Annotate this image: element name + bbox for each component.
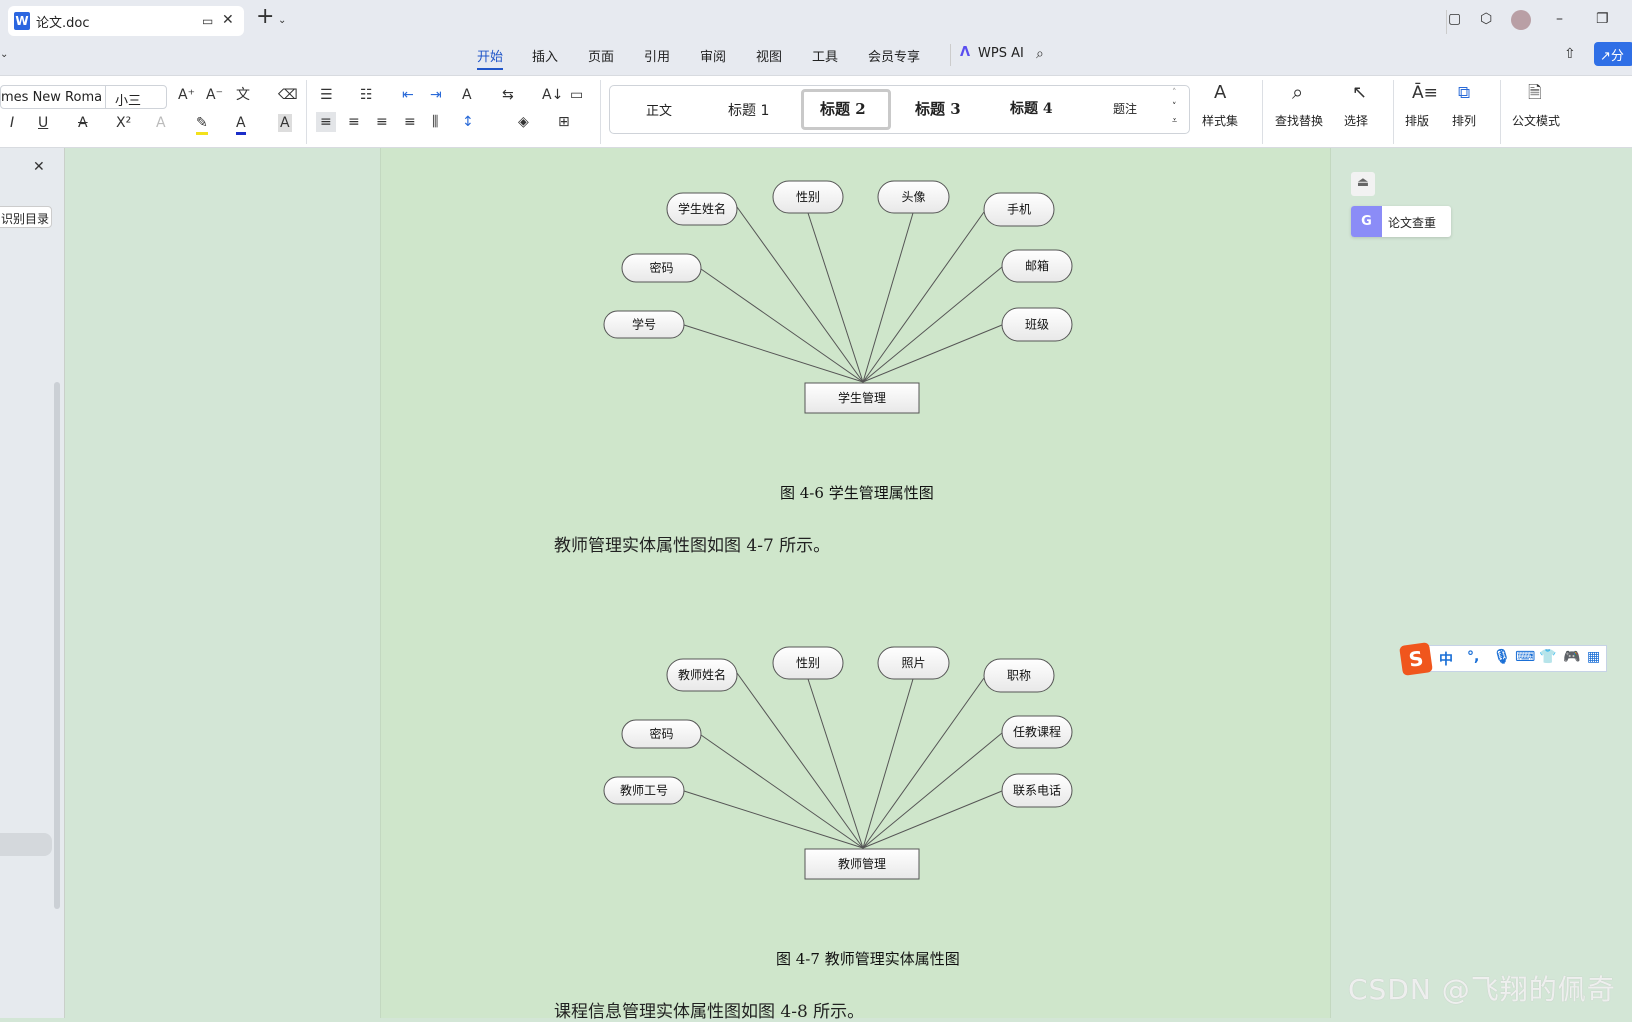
attribute-label: 学号	[632, 317, 656, 332]
paper-check-icon: G	[1351, 206, 1382, 237]
relation-line	[736, 672, 864, 849]
attribute-label: 班级	[1025, 318, 1049, 332]
eject-icon: ⏏	[1356, 175, 1370, 190]
teacher-er-diagram: 教师姓名 性别 照片职称密码 任教课程教师工号 联系电话教师管理	[603, 646, 1073, 880]
attribute-node: 任教课程	[1001, 715, 1073, 749]
keyboard-icon[interactable]: ⌨	[1515, 649, 1535, 665]
attribute-label: 照片	[901, 656, 925, 670]
sogou-logo-icon: S	[1399, 642, 1433, 676]
attribute-label: 职称	[1007, 669, 1031, 683]
skin-icon[interactable]: 👕	[1539, 649, 1556, 665]
attribute-node: 密码	[621, 253, 702, 283]
entity-node: 教师管理	[804, 848, 920, 880]
apps-grid-icon[interactable]: ▦	[1587, 649, 1600, 665]
relation-line	[862, 678, 914, 849]
attribute-label: 教师姓名	[678, 667, 726, 682]
attribute-label: 教师工号	[620, 783, 668, 798]
ime-toolbar[interactable]: S 中 °, 🎙 ⌨ 👕 🎮 ▦	[1399, 642, 1607, 676]
relation-line	[700, 268, 864, 383]
attribute-node: 照片	[877, 646, 950, 680]
attribute-node: 头像	[877, 180, 950, 214]
game-icon[interactable]: 🎮	[1563, 649, 1580, 665]
relation-line	[862, 212, 914, 383]
relation-line	[807, 678, 864, 849]
paragraph: 教师管理实体属性图如图 4-7 所示。	[554, 536, 831, 556]
attribute-node: 班级	[1001, 307, 1073, 342]
relation-line	[683, 790, 864, 849]
attribute-node: 手机	[983, 192, 1055, 227]
attribute-label: 手机	[1007, 203, 1031, 217]
collapse-button[interactable]: ⏏	[1351, 172, 1375, 196]
attribute-node: 教师姓名	[666, 658, 738, 692]
relation-line	[683, 324, 864, 383]
attribute-label: 性别	[796, 656, 820, 670]
attribute-node: 联系电话	[1001, 773, 1073, 808]
attribute-node: 职称	[983, 658, 1055, 693]
er-diagrams: 学生姓名性别 头像手机密码 邮箱学号 班级学生管理教师姓名性别 照片职称密码 任教课程教师…	[603, 180, 1073, 880]
figure-caption-4-7: 图 4-7 教师管理实体属性图	[776, 950, 960, 968]
attribute-label: 联系电话	[1013, 784, 1061, 798]
attribute-label: 密码	[649, 260, 673, 275]
paper-check-button[interactable]: G 论文查重	[1351, 206, 1451, 237]
paper-check-label: 论文查重	[1388, 216, 1437, 230]
entity-label: 学生管理	[838, 390, 886, 405]
attribute-node: 学号	[603, 310, 685, 339]
attribute-node: 密码	[621, 719, 702, 749]
entity-node: 学生管理	[804, 382, 920, 414]
attribute-node: 性别	[772, 646, 844, 680]
attribute-node: 教师工号	[603, 776, 685, 805]
attribute-label: 任教课程	[1013, 724, 1061, 739]
attribute-node: 性别	[772, 180, 844, 214]
student-er-diagram: 学生姓名 性别 头像手机密码 邮箱学号 班级学生管理	[603, 180, 1073, 414]
relation-line	[700, 734, 864, 849]
attribute-node: 邮箱	[1001, 249, 1073, 283]
relation-line	[807, 212, 864, 383]
ime-punctuation-toggle[interactable]: °,	[1467, 649, 1479, 665]
attribute-label: 性别	[796, 190, 820, 204]
relation-line	[736, 206, 864, 383]
attribute-label: 学生姓名	[678, 201, 726, 216]
figure-caption-4-6: 图 4-6 学生管理属性图	[780, 484, 934, 502]
watermark: CSDN @飞翔的佩奇	[1348, 973, 1616, 1006]
attribute-label: 密码	[649, 726, 673, 741]
attribute-label: 邮箱	[1025, 258, 1049, 273]
attribute-label: 头像	[901, 190, 925, 204]
ime-mode-toggle[interactable]: 中	[1439, 649, 1453, 669]
microphone-icon[interactable]: 🎙	[1493, 649, 1511, 665]
paragraph: 课程信息管理实体属性图如图 4-8 所示。	[554, 1002, 865, 1022]
attribute-node: 学生姓名	[666, 192, 738, 226]
entity-label: 教师管理	[838, 856, 886, 871]
